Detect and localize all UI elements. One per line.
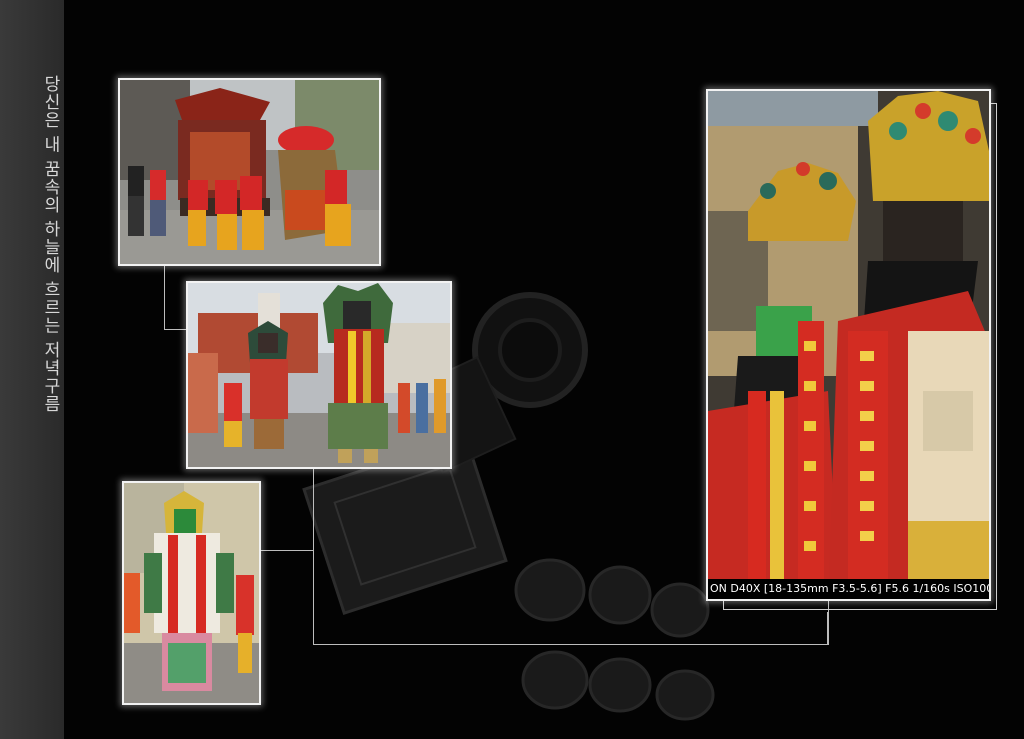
vertical-title: 당신은 내 꿈속의 하늘에 흐르는 저녁구름 [40,75,60,414]
photo-green-deity[interactable] [122,481,261,705]
connector-line-4 [827,612,828,644]
connector-line-1 [164,263,187,330]
photo-procession-shrine[interactable] [118,78,381,266]
exif-caption: ON D40X [18-135mm F3.5-5.6] F5.6 1/160s … [708,579,989,599]
photo-deity-dance[interactable] [186,281,452,469]
photo-deity-masks-main[interactable]: ON D40X [18-135mm F3.5-5.6] F5.6 1/160s … [706,89,991,601]
procession-shrine-image [120,80,379,264]
deity-masks-image [708,91,989,599]
green-deity-image [124,483,259,703]
connector-line-2 [259,550,313,551]
deity-dance-image [188,283,450,467]
